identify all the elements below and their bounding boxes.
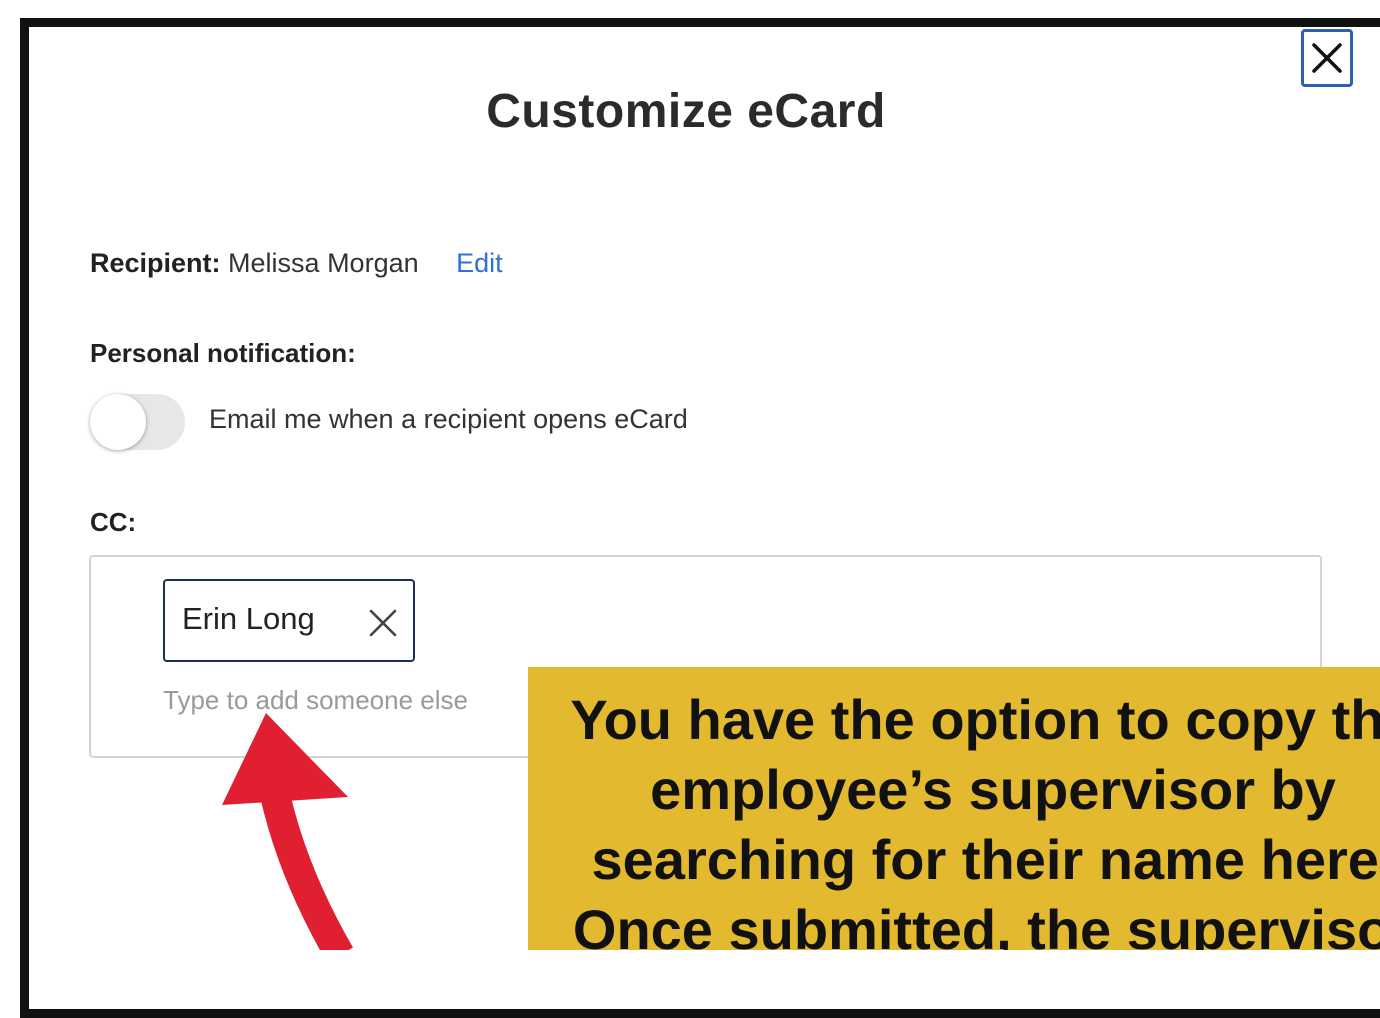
close-icon (1312, 43, 1342, 73)
recipient-row: Recipient: Melissa Morgan Edit (90, 248, 503, 279)
dialog-title: Customize eCard (486, 85, 886, 138)
close-button[interactable] (1301, 29, 1353, 87)
close-icon[interactable] (365, 605, 401, 641)
curved-arrow-icon (222, 713, 353, 950)
annotation-callout: You have the option to copy the employee… (528, 667, 1380, 950)
email-notification-toggle[interactable] (90, 394, 185, 450)
recipient-label: Recipient: (90, 248, 221, 278)
toggle-knob (90, 394, 146, 450)
personal-notification-label: Personal notification: (90, 338, 356, 368)
cc-label: CC: (90, 507, 137, 537)
toggle-label: Email me when a recipient opens eCard (209, 404, 688, 434)
cc-chip-name: Erin Long (182, 601, 315, 636)
callout-text: You have the option to copy the employee… (570, 688, 1380, 950)
edit-recipient-link[interactable]: Edit (456, 248, 503, 278)
cc-chip: Erin Long (163, 579, 415, 662)
recipient-name: Melissa Morgan (228, 248, 419, 278)
